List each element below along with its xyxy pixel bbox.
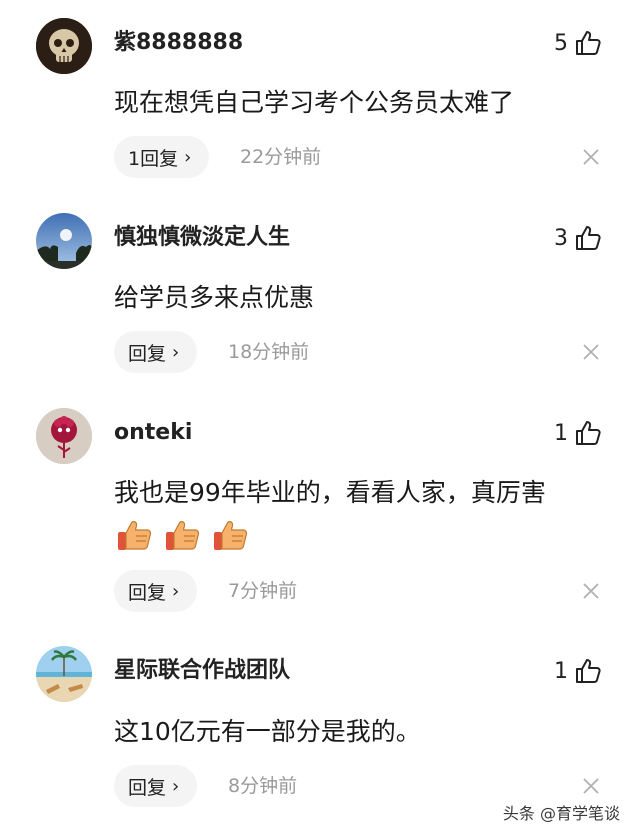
- comment-time: 18分钟前: [228, 341, 310, 363]
- reply-button[interactable]: 回复 ›: [114, 765, 198, 807]
- close-icon[interactable]: [582, 343, 600, 361]
- skull-avatar-icon: [36, 18, 92, 74]
- username[interactable]: 慎独慎微淡定人生: [114, 223, 290, 253]
- username[interactable]: onteki: [114, 418, 192, 448]
- thumbs-up-emoji-icon: [214, 521, 248, 550]
- like-count: 1: [554, 420, 568, 446]
- chevron-right-icon: ›: [172, 341, 180, 363]
- comment-time: 22分钟前: [240, 146, 322, 168]
- reply-label: 回复: [128, 776, 167, 799]
- reply-button[interactable]: 回复 ›: [114, 331, 198, 373]
- thumbs-up-icon: [576, 659, 601, 683]
- watermark: 头条 @育学笔谈: [502, 804, 620, 823]
- thumbs-up-emoji-icon: [118, 521, 152, 550]
- thumbs-up-icon: [576, 31, 601, 55]
- avatar[interactable]: [36, 18, 92, 74]
- like-count: 3: [554, 225, 568, 251]
- chevron-right-icon: ›: [184, 146, 192, 168]
- thumbs-up-icon: [576, 421, 601, 445]
- like-button[interactable]: 1: [554, 656, 602, 686]
- comment-text: 给学员多来点优惠: [114, 283, 315, 312]
- reply-label: 回复: [128, 342, 167, 365]
- close-icon[interactable]: [582, 582, 600, 600]
- like-button[interactable]: 1: [554, 418, 602, 448]
- chevron-right-icon: ›: [172, 775, 180, 797]
- thumbs-up-icon: [576, 226, 601, 250]
- avatar[interactable]: [36, 408, 92, 464]
- beach-avatar-icon: [36, 646, 92, 702]
- thumbs-up-emoji-icon: [166, 521, 200, 550]
- avatar[interactable]: [36, 213, 92, 269]
- chevron-right-icon: ›: [172, 580, 180, 602]
- comment-time: 7分钟前: [228, 580, 298, 602]
- close-icon[interactable]: [582, 777, 600, 795]
- close-icon[interactable]: [582, 148, 600, 166]
- like-button[interactable]: 5: [554, 28, 602, 58]
- like-button[interactable]: 3: [554, 223, 602, 253]
- comment-text: 这10亿元有一部分是我的。: [114, 717, 421, 746]
- reply-button[interactable]: 回复 ›: [114, 570, 198, 612]
- reply-label: 回复: [128, 581, 167, 604]
- like-count: 1: [554, 658, 568, 684]
- like-count: 5: [554, 30, 568, 56]
- comment-text: 现在想凭自己学习考个公务员太难了: [114, 88, 515, 117]
- reply-label: 1回复: [128, 147, 179, 170]
- red-flower-avatar-icon: [36, 408, 92, 464]
- sky-tree-avatar-icon: [36, 213, 92, 269]
- username[interactable]: 星际联合作战团队: [114, 656, 290, 686]
- emoji-row: [116, 516, 250, 554]
- reply-button[interactable]: 1回复 ›: [114, 136, 210, 178]
- comment-time: 8分钟前: [228, 775, 298, 797]
- avatar[interactable]: [36, 646, 92, 702]
- username[interactable]: 紫8888888: [114, 28, 243, 58]
- comment-text: 我也是99年毕业的，看看人家，真厉害: [114, 478, 546, 507]
